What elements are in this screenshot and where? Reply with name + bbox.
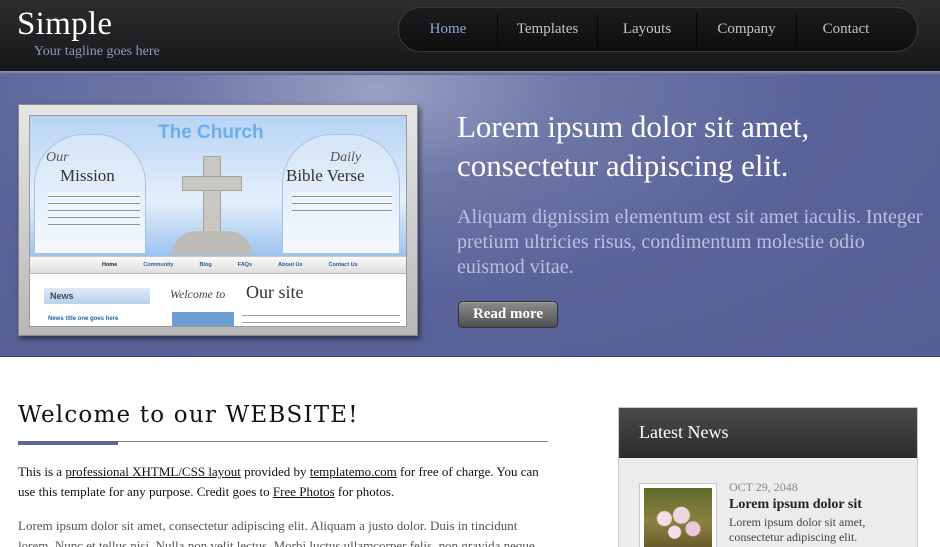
preview-church-title: The Church (158, 122, 264, 143)
preview-news-link: News title one goes here (48, 316, 119, 322)
preview-our-site: Our site (246, 282, 304, 302)
nav-contact[interactable]: Contact (797, 7, 895, 52)
main-nav: Home Templates Layouts Company Contact (398, 7, 918, 52)
link-xhtml-layout[interactable]: professional XHTML/CSS layout (65, 464, 241, 479)
preview-nav-item: Contact Us (328, 262, 358, 268)
tagline: Your tagline goes here (34, 44, 160, 59)
read-more-button[interactable]: Read more (458, 301, 558, 328)
hero-text: Aliquam dignissim elementum est sit amet… (457, 206, 923, 278)
preview-mission: Mission (60, 166, 115, 185)
preview-nav: Home Community Blog FAQs About Us Contac… (30, 256, 406, 274)
lorem-paragraph: Lorem ipsum dolor sit amet, consectetur … (18, 518, 538, 547)
preview-welcome: Welcome to (170, 287, 226, 301)
title-divider-accent (18, 441, 118, 445)
nav-home[interactable]: Home (399, 7, 497, 52)
news-date: OCT 29, 2048 (729, 480, 798, 494)
preview-daily: Daily (330, 150, 362, 165)
cross-icon (203, 156, 221, 236)
template-preview-image: The Church Our Mission Daily Bible Verse… (29, 115, 407, 327)
preview-text-block (292, 192, 392, 214)
news-thumbnail[interactable] (639, 483, 717, 547)
latest-news-title: Latest News (619, 408, 917, 458)
nav-templates[interactable]: Templates (498, 7, 597, 52)
intro-text: This is a (18, 464, 66, 479)
link-free-photos[interactable]: Free Photos (273, 484, 335, 499)
preview-news-heading: News (44, 288, 150, 304)
cross-icon (182, 176, 242, 191)
hero-image-frame: The Church Our Mission Daily Bible Verse… (18, 104, 418, 336)
preview-text-block (48, 192, 140, 228)
header: Simple Your tagline goes here Home Templ… (0, 0, 940, 72)
page-title: Welcome to our WEBSITE! (18, 402, 359, 428)
nav-layouts[interactable]: Layouts (598, 7, 696, 52)
preview-text-block (242, 311, 400, 326)
news-title[interactable]: Lorem ipsum dolor sit (729, 497, 862, 513)
news-excerpt: Lorem ipsum dolor sit amet, consectetur … (729, 515, 866, 544)
nav-company[interactable]: Company (697, 7, 796, 52)
preview-nav-item: Blog (199, 262, 212, 268)
intro-text: for photos. (334, 484, 395, 499)
preview-image-block (172, 312, 234, 326)
hero-heading: Lorem ipsum dolor sit amet, consectetur … (457, 109, 810, 183)
link-templatemo[interactable]: templatemo.com (310, 464, 397, 479)
preview-nav-item: Community (143, 262, 174, 268)
preview-bible-verse: Bible Verse (286, 166, 365, 185)
intro-text: provided by (240, 464, 310, 479)
site-title[interactable]: Simple (17, 6, 112, 43)
preview-our: Our (46, 150, 69, 165)
preview-nav-item: FAQs (237, 262, 253, 268)
latest-news-box: Latest News OCT 29, 2048 Lorem ipsum dol… (618, 407, 918, 547)
intro-paragraph: This is a professional XHTML/CSS layout … (18, 462, 548, 502)
preview-nav-item: Home (102, 262, 118, 268)
preview-cross-base (172, 231, 252, 255)
orchid-image (644, 488, 712, 547)
preview-nav-item: About Us (278, 262, 303, 268)
